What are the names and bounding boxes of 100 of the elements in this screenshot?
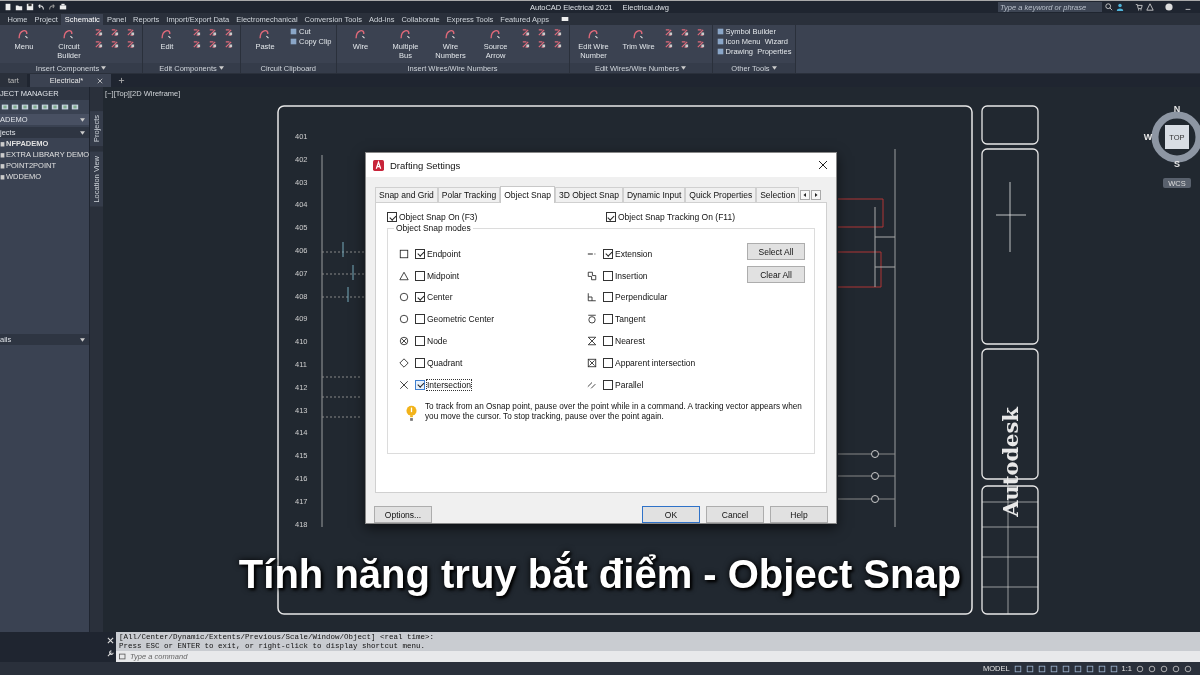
dialog-button[interactable]: Options... [374, 506, 432, 523]
toolbar-icon[interactable] [21, 103, 29, 111]
tool-icon[interactable] [192, 40, 201, 49]
checkbox-square[interactable] [603, 292, 613, 303]
checkbox-square[interactable] [603, 314, 613, 325]
new-file-icon[interactable] [4, 3, 12, 11]
caret-icon[interactable] [681, 66, 687, 70]
tool-icon[interactable] [208, 28, 217, 37]
tool-icon[interactable] [679, 40, 689, 49]
checkbox[interactable]: Center [415, 292, 453, 303]
checkbox-square[interactable] [415, 292, 425, 303]
tool-icon[interactable] [552, 28, 562, 37]
toolbar-icon[interactable] [51, 103, 59, 111]
cart-icon[interactable] [1135, 3, 1143, 11]
toolbar-icon[interactable] [61, 103, 69, 111]
snap-marker-icon [587, 314, 597, 325]
checkbox-square[interactable] [415, 248, 425, 259]
prompt-icon[interactable] [119, 653, 127, 661]
tool-icon[interactable] [110, 40, 119, 49]
tool-icon[interactable] [192, 28, 201, 37]
dialog-tab[interactable]: Dynamic Input [622, 187, 686, 202]
tool-icon[interactable] [94, 28, 103, 37]
dialog-tab[interactable]: Selection [756, 187, 800, 202]
print-icon[interactable] [59, 3, 67, 11]
dialog-tab[interactable]: Polar Tracking [437, 187, 501, 202]
tool-icon[interactable] [224, 28, 233, 37]
checkbox[interactable]: Object Snap On (F3) [387, 212, 478, 222]
search-icon[interactable] [1105, 3, 1113, 11]
tool-icon[interactable] [552, 40, 562, 49]
tool-icon[interactable] [536, 40, 546, 49]
caret-icon[interactable] [101, 66, 107, 70]
toolbar-icon[interactable] [11, 103, 19, 111]
checkbox-square[interactable] [603, 248, 613, 259]
dialog-tab[interactable]: 3D Object Snap [554, 187, 623, 202]
toolbar-icon[interactable] [41, 103, 49, 111]
checkbox-square[interactable] [606, 212, 616, 222]
checkbox[interactable]: Nearest [603, 336, 645, 347]
scroll-left-icon[interactable] [800, 189, 811, 200]
folder-icon[interactable] [15, 3, 23, 11]
checkbox-square[interactable] [603, 270, 613, 281]
add-tab-icon[interactable] [118, 77, 126, 84]
tool-icon[interactable] [679, 28, 689, 37]
checkbox-square[interactable] [415, 270, 425, 281]
checkbox-square[interactable] [415, 357, 425, 368]
toolbar-icon[interactable] [71, 103, 79, 111]
dialog-tab[interactable]: Object Snap [500, 186, 555, 203]
panel-toggle-icon[interactable] [560, 15, 569, 23]
checkbox-square[interactable] [415, 314, 425, 325]
checkbox[interactable]: Tangent [603, 314, 646, 325]
tool-icon[interactable] [520, 28, 530, 37]
triangle-icon[interactable] [1146, 3, 1154, 11]
checkbox-square[interactable] [603, 379, 613, 390]
dialog-button[interactable]: Clear All [747, 266, 805, 283]
checkbox-square[interactable] [415, 379, 425, 390]
checkbox[interactable]: Quadrant [415, 357, 463, 368]
wrench-icon[interactable] [106, 650, 114, 657]
tool-icon[interactable] [224, 40, 233, 49]
tool-icon[interactable] [695, 28, 705, 37]
checkbox-square[interactable] [415, 336, 425, 347]
tool-icon[interactable] [695, 40, 705, 49]
checkbox[interactable]: Midpoint [415, 270, 460, 281]
toolbar-icon[interactable] [31, 103, 39, 111]
checkbox[interactable]: Object Snap Tracking On (F11) [606, 212, 735, 222]
dialog-tab[interactable]: Quick Properties [685, 187, 757, 202]
tool-icon[interactable] [94, 40, 103, 49]
checkbox[interactable]: Intersection [415, 379, 471, 390]
caret-icon[interactable] [218, 66, 224, 70]
tool-icon[interactable] [126, 28, 135, 37]
close-icon[interactable] [818, 160, 828, 170]
dialog-button[interactable]: Help [770, 506, 828, 523]
checkbox[interactable]: Geometric Center [415, 314, 495, 325]
checkbox[interactable]: Perpendicular [603, 292, 668, 303]
save-icon[interactable] [26, 3, 34, 11]
tool-icon[interactable] [536, 28, 546, 37]
checkbox[interactable]: Insertion [603, 270, 648, 281]
checkbox[interactable]: Extension [603, 248, 653, 259]
tool-icon[interactable] [208, 40, 217, 49]
dialog-button[interactable]: OK [642, 506, 700, 523]
toolbar-icon[interactable] [1, 103, 9, 111]
tool-icon[interactable] [663, 40, 673, 49]
redo-icon[interactable] [48, 3, 56, 11]
view-cube[interactable] [1151, 111, 1200, 163]
user-icon[interactable] [1116, 3, 1124, 11]
scroll-right-icon[interactable] [811, 189, 822, 200]
checkbox-square[interactable] [603, 336, 613, 347]
checkbox-square[interactable] [603, 357, 613, 368]
checkbox[interactable]: Parallel [603, 379, 644, 390]
tool-icon[interactable] [663, 28, 673, 37]
caret-icon[interactable] [771, 66, 777, 70]
tool-icon[interactable] [520, 40, 530, 49]
dialog-button[interactable]: Cancel [706, 506, 764, 523]
tool-icon[interactable] [110, 28, 119, 37]
checkbox[interactable]: Endpoint [415, 248, 461, 259]
tool-icon[interactable] [126, 40, 135, 49]
dialog-button[interactable]: Select All [747, 243, 805, 260]
undo-icon[interactable] [37, 3, 45, 11]
checkbox[interactable]: Apparent intersection [603, 357, 696, 368]
dialog-tab[interactable]: Snap and Grid [375, 187, 438, 202]
checkbox-square[interactable] [387, 212, 397, 222]
checkbox[interactable]: Node [415, 336, 448, 347]
